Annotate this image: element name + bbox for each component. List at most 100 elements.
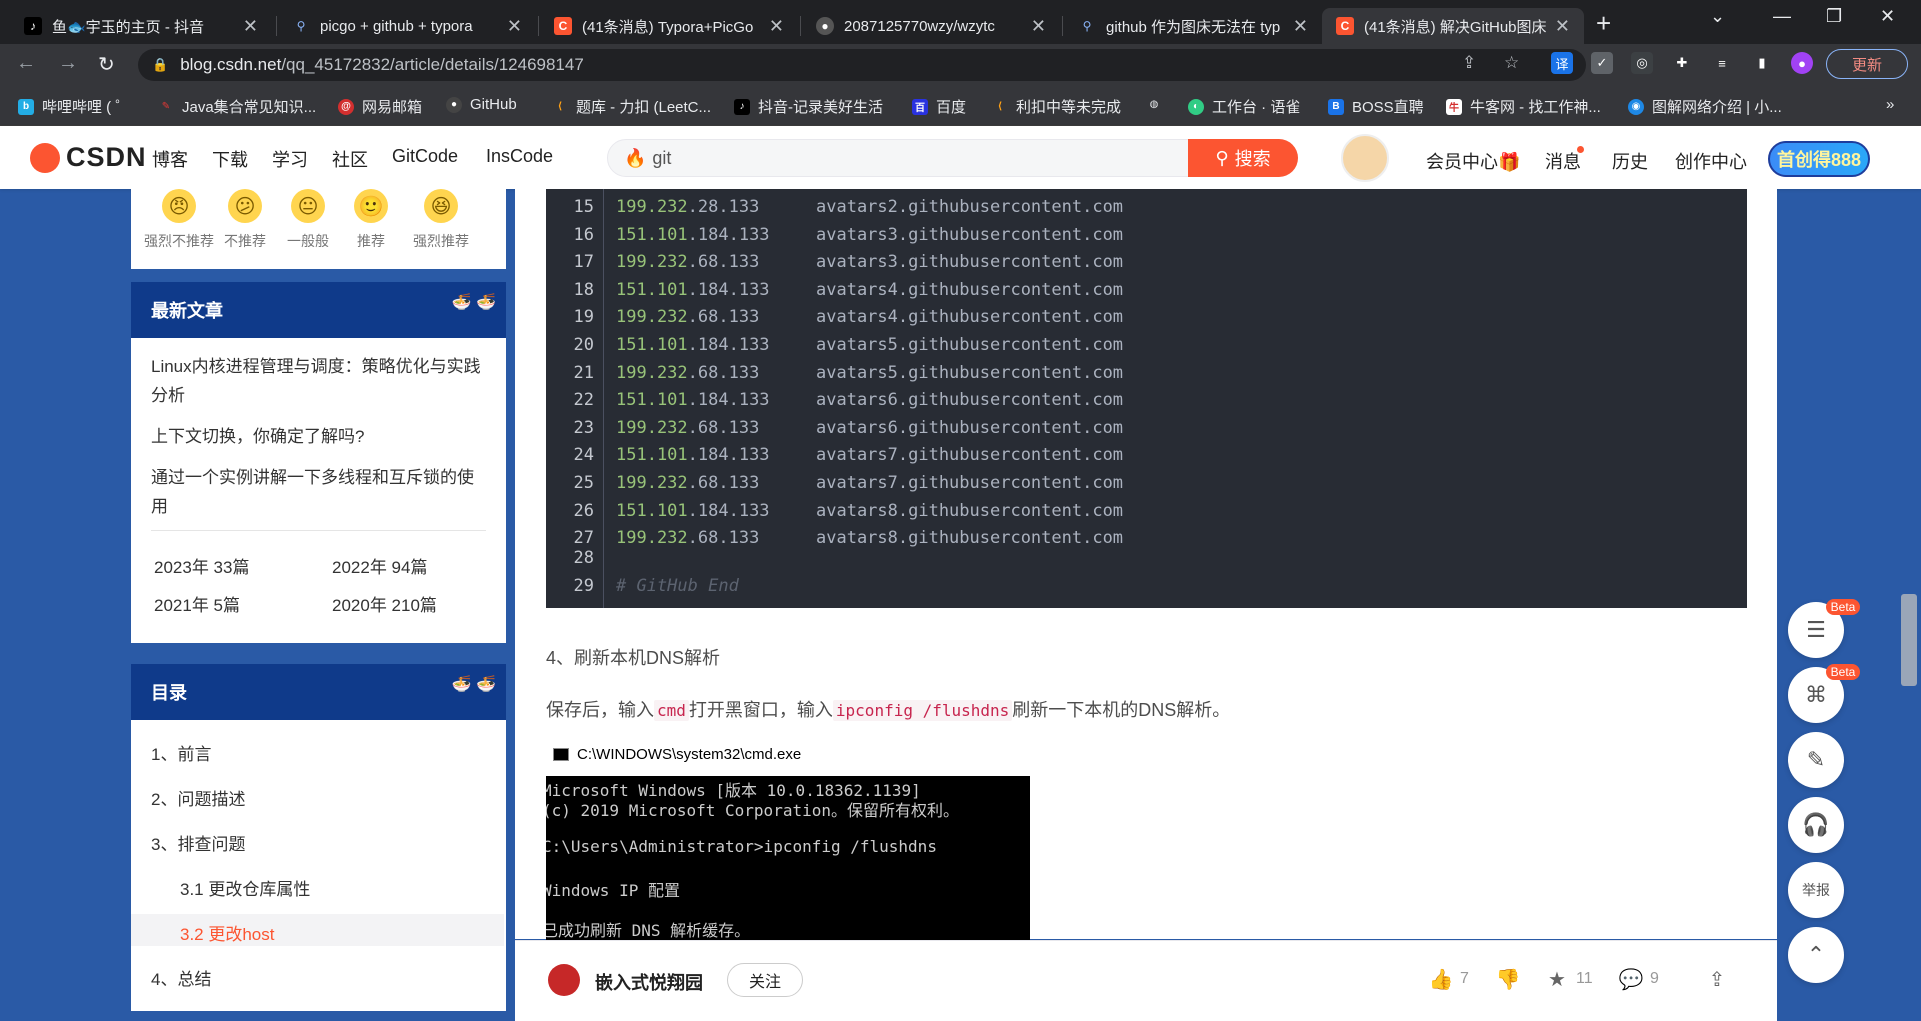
archive-2020[interactable]: 2020年 210篇: [332, 591, 437, 616]
follow-button[interactable]: 关注: [727, 963, 803, 997]
side-panel-icon[interactable]: ▮: [1751, 52, 1773, 74]
bookmark-item[interactable]: ◉ 图解网络介绍 | 小...: [1628, 96, 1782, 117]
nav-gitcode[interactable]: GitCode: [392, 146, 458, 167]
article-link[interactable]: Linux内核进程管理与调度：策略优化与实践分析: [131, 352, 506, 410]
url-text[interactable]: blog.csdn.net/qq_45172832/article/detail…: [180, 55, 584, 75]
nav-creator-center[interactable]: 创作中心: [1675, 148, 1747, 174]
create-reward-button[interactable]: 首创得888: [1768, 141, 1870, 177]
bookmark-item[interactable]: ◐ 工作台 · 语雀: [1188, 96, 1300, 117]
user-avatar[interactable]: [1341, 134, 1389, 182]
report-button[interactable]: 举报: [1788, 862, 1844, 918]
line-number: 17: [573, 252, 594, 273]
csdn-logo[interactable]: CSDN: [30, 142, 147, 173]
share-button[interactable]: ⇪: [1706, 968, 1736, 991]
nav-messages[interactable]: 消息: [1545, 148, 1581, 174]
media-control-icon[interactable]: ≡: [1711, 52, 1733, 74]
bookmark-item[interactable]: ⟨ 利扣中等未完成: [992, 96, 1121, 117]
article-link[interactable]: 上下文切换，你确定了解吗?: [131, 422, 506, 451]
bookmark-item[interactable]: ✎ Java集合常见知识...: [158, 96, 316, 117]
close-icon[interactable]: ✕: [1555, 16, 1570, 37]
author-avatar[interactable]: [548, 964, 580, 996]
puzzle-icon[interactable]: ✚: [1671, 52, 1693, 74]
like-button[interactable]: 👍 7: [1429, 968, 1469, 991]
bookmark-item[interactable]: B BOSS直聘: [1328, 96, 1424, 117]
inline-code: cmd: [654, 700, 689, 721]
nav-community[interactable]: 社区: [332, 146, 368, 172]
toc-item[interactable]: 4、总结: [151, 965, 211, 990]
share-icon[interactable]: ⇪: [1462, 53, 1476, 73]
decoration-icon: 🍜 🍜: [451, 294, 496, 311]
browser-tab[interactable]: C (41条消息) Typora+PicGo ✕: [540, 8, 798, 44]
minimize-icon[interactable]: —: [1773, 6, 1791, 27]
restore-icon[interactable]: ❐: [1826, 6, 1842, 27]
toc-item[interactable]: 2、问题描述: [151, 785, 245, 810]
close-icon[interactable]: ✕: [1293, 16, 1308, 37]
browser-tab-active[interactable]: C (41条消息) 解决GitHub图床 ✕: [1322, 8, 1584, 44]
bookmark-item[interactable]: b 哔哩哔哩 ( ゜: [18, 96, 130, 117]
toc-item[interactable]: 3.1 更改仓库属性: [180, 875, 310, 900]
bookmark-item[interactable]: ● GitHub: [446, 96, 517, 113]
chevron-down-icon[interactable]: ⌄: [1710, 6, 1725, 27]
reload-icon[interactable]: ↻: [98, 52, 115, 77]
bookmark-item[interactable]: 百百度: [912, 96, 966, 117]
lock-icon[interactable]: 🔒: [152, 57, 168, 73]
article-link[interactable]: 通过一个实例讲解一下多线程和互斥锁的使用: [131, 463, 506, 521]
browser-tab[interactable]: ● 2087125770wzy/wzytc ✕: [802, 8, 1060, 44]
toc-item-active[interactable]: 3.2 更改host: [180, 920, 275, 945]
window-close-icon[interactable]: ✕: [1880, 6, 1895, 27]
rating-strongly-recommend[interactable]: 😆 强烈推荐: [401, 189, 481, 251]
browser-tab[interactable]: ♪ 鱼🐟宇玉的主页 - 抖音 ✕: [10, 8, 272, 44]
more-bookmarks-icon[interactable]: »: [1886, 96, 1894, 113]
back-icon[interactable]: ←: [16, 52, 36, 75]
author-name[interactable]: 嵌入式悦翔园: [595, 969, 703, 995]
close-icon[interactable]: ✕: [243, 16, 258, 37]
forward-icon[interactable]: →: [58, 52, 78, 75]
nav-learn[interactable]: 学习: [272, 146, 308, 172]
dislike-button[interactable]: 👎: [1496, 968, 1527, 991]
bookmark-item[interactable]: 牛牛客网 - 找工作神...: [1446, 96, 1601, 117]
extension-icon[interactable]: ✓: [1591, 52, 1613, 74]
browser-tab[interactable]: ⚲ github 作为图床无法在 typ ✕: [1064, 8, 1322, 44]
archive-2023[interactable]: 2023年 33篇: [154, 553, 249, 578]
gift-icon: 🎁: [1498, 152, 1521, 172]
close-icon[interactable]: ✕: [507, 16, 522, 37]
yuque-icon: ◐: [1188, 98, 1204, 115]
cmd-window-title: C:\WINDOWS\system32\cmd.exe: [553, 746, 801, 763]
scrollbar-thumb[interactable]: [1901, 594, 1917, 686]
ip-address: 151.101.184.133: [616, 224, 770, 245]
close-icon[interactable]: ✕: [1031, 16, 1046, 37]
nav-blog[interactable]: 博客: [152, 146, 188, 172]
favorite-button[interactable]: ★ 11: [1546, 968, 1593, 991]
back-to-top-button[interactable]: ⌃: [1788, 927, 1844, 983]
nav-history[interactable]: 历史: [1612, 148, 1648, 174]
toc-item[interactable]: 3、排查问题: [151, 830, 245, 855]
nav-download[interactable]: 下载: [212, 146, 248, 172]
bookmark-item[interactable]: ◍: [1146, 96, 1170, 112]
toc-item[interactable]: 1、前言: [151, 740, 211, 765]
rating-recommend[interactable]: 🙂 推荐: [331, 189, 411, 251]
address-bar[interactable]: 🔒 blog.csdn.net/qq_45172832/article/deta…: [138, 49, 1586, 81]
nav-inscode[interactable]: InsCode: [486, 146, 553, 167]
line-number: 19: [573, 307, 594, 328]
toc-title: 目录 🍜 🍜: [131, 664, 506, 720]
new-tab-icon[interactable]: +: [1596, 8, 1611, 39]
hosts-code-block[interactable]: 15 199.232.28.133 avatars2.githubuserconte…: [546, 189, 1747, 608]
translate-extension-icon[interactable]: 译: [1551, 52, 1573, 74]
profile-avatar[interactable]: ●: [1791, 52, 1813, 74]
bookmark-item[interactable]: ⟨ 题库 - 力扣 (LeetC...: [552, 96, 711, 117]
extension-icon[interactable]: ◎: [1631, 52, 1653, 74]
browser-tab[interactable]: ⚲ picgo + github + typora ✕: [278, 8, 536, 44]
nav-vip-center[interactable]: 会员中心🎁: [1426, 148, 1520, 174]
close-icon[interactable]: ✕: [769, 16, 784, 37]
update-button[interactable]: 更新: [1826, 49, 1908, 79]
edit-button[interactable]: ✎: [1788, 732, 1844, 788]
support-button[interactable]: 🎧: [1788, 797, 1844, 853]
bookmark-star-icon[interactable]: ☆: [1504, 53, 1519, 73]
bookmark-item[interactable]: ♪ 抖音-记录美好生活: [734, 96, 883, 117]
archive-2021[interactable]: 2021年 5篇: [154, 591, 240, 616]
comment-button[interactable]: 💬 9: [1619, 968, 1659, 991]
archive-2022[interactable]: 2022年 94篇: [332, 553, 427, 578]
bookmark-item[interactable]: @ 网易邮箱: [338, 96, 422, 117]
arrow-up-icon: ⌃: [1806, 942, 1826, 967]
search-button[interactable]: ⚲ 搜索: [1188, 139, 1298, 177]
